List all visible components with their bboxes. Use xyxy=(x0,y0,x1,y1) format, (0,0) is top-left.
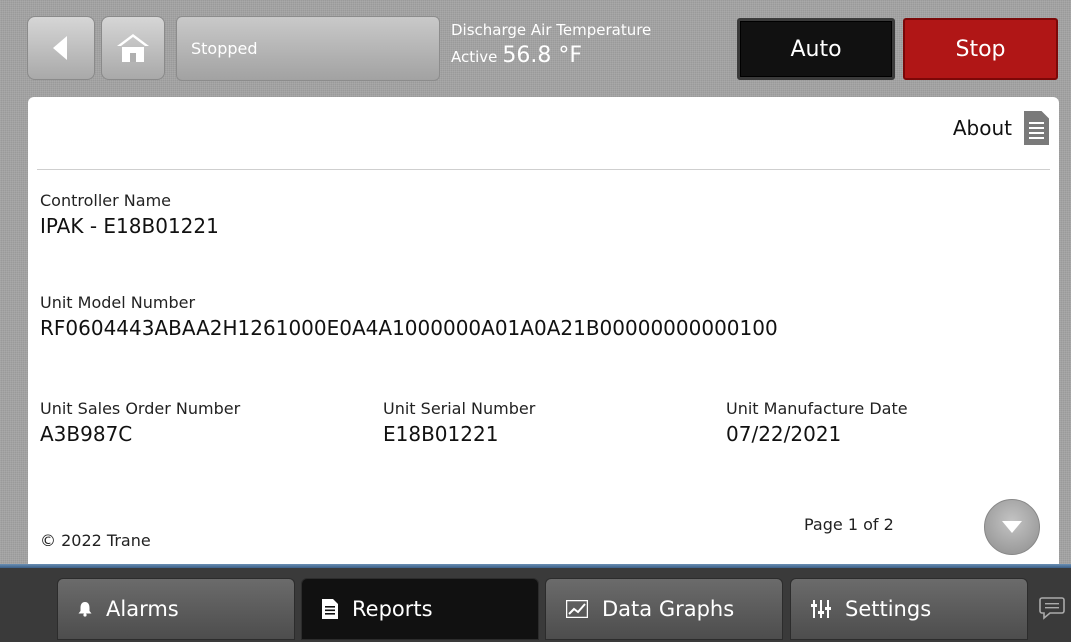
unit-status-text: Stopped xyxy=(191,39,258,58)
tab-data-graphs-label: Data Graphs xyxy=(602,597,735,621)
controller-name-value: IPAK - E18B01221 xyxy=(40,214,219,238)
tab-alarms-label: Alarms xyxy=(106,597,179,621)
settings-sliders-icon xyxy=(811,599,831,619)
chat-icon[interactable] xyxy=(1039,596,1065,620)
temp-value: 56.8 °F xyxy=(502,43,583,68)
chevron-down-icon xyxy=(1002,521,1022,533)
report-icon xyxy=(322,599,338,619)
unit-model-number-field: Unit Model Number RF0604443ABAA2H1261000… xyxy=(40,293,778,340)
controller-name-field: Controller Name IPAK - E18B01221 xyxy=(40,191,219,238)
tab-reports[interactable]: Reports xyxy=(301,578,539,640)
auto-button[interactable]: Auto xyxy=(737,18,895,80)
next-page-button[interactable] xyxy=(984,499,1040,555)
about-card: About Controller Name IPAK - E18B01221 U… xyxy=(28,97,1059,564)
bottom-nav: Alarms Reports Data Graphs Settings xyxy=(0,568,1071,642)
document-icon xyxy=(1024,111,1049,145)
bell-icon xyxy=(78,601,92,617)
unit-model-number-value: RF0604443ABAA2H1261000E0A4A1000000A01A0A… xyxy=(40,316,778,340)
manufacture-date-field: Unit Manufacture Date 07/22/2021 xyxy=(726,399,908,446)
page-title: About xyxy=(952,116,1012,140)
page-indicator: Page 1 of 2 xyxy=(804,515,894,534)
controller-name-label: Controller Name xyxy=(40,191,171,210)
sales-order-field: Unit Sales Order Number A3B987C xyxy=(40,399,240,446)
tab-settings[interactable]: Settings xyxy=(790,578,1028,640)
manufacture-date-label: Unit Manufacture Date xyxy=(726,399,908,418)
tab-data-graphs[interactable]: Data Graphs xyxy=(545,578,783,640)
serial-number-field: Unit Serial Number E18B01221 xyxy=(383,399,535,446)
divider xyxy=(37,169,1050,170)
tab-reports-label: Reports xyxy=(352,597,433,621)
sales-order-value: A3B987C xyxy=(40,422,133,446)
discharge-air-temp-readout: Discharge Air Temperature Active 56.8 °F xyxy=(451,21,651,68)
home-icon xyxy=(117,34,149,62)
copyright-text: © 2022 Trane xyxy=(40,531,151,550)
home-button[interactable] xyxy=(101,16,165,80)
manufacture-date-value: 07/22/2021 xyxy=(726,422,842,446)
temp-label: Discharge Air Temperature xyxy=(451,21,652,39)
sales-order-label: Unit Sales Order Number xyxy=(40,399,241,418)
top-bar: Stopped Discharge Air Temperature Active… xyxy=(0,0,1071,96)
back-arrow-icon xyxy=(53,36,67,60)
serial-number-value: E18B01221 xyxy=(383,422,499,446)
tab-settings-label: Settings xyxy=(845,597,932,621)
stop-button[interactable]: Stop xyxy=(903,18,1058,80)
serial-number-label: Unit Serial Number xyxy=(383,399,536,418)
unit-status-display: Stopped xyxy=(176,16,440,81)
back-button[interactable] xyxy=(27,16,95,80)
temp-active-label: Active xyxy=(451,48,498,66)
unit-model-number-label: Unit Model Number xyxy=(40,293,196,312)
page-header: About xyxy=(953,111,1049,145)
graph-icon xyxy=(566,600,588,618)
tab-alarms[interactable]: Alarms xyxy=(57,578,295,640)
